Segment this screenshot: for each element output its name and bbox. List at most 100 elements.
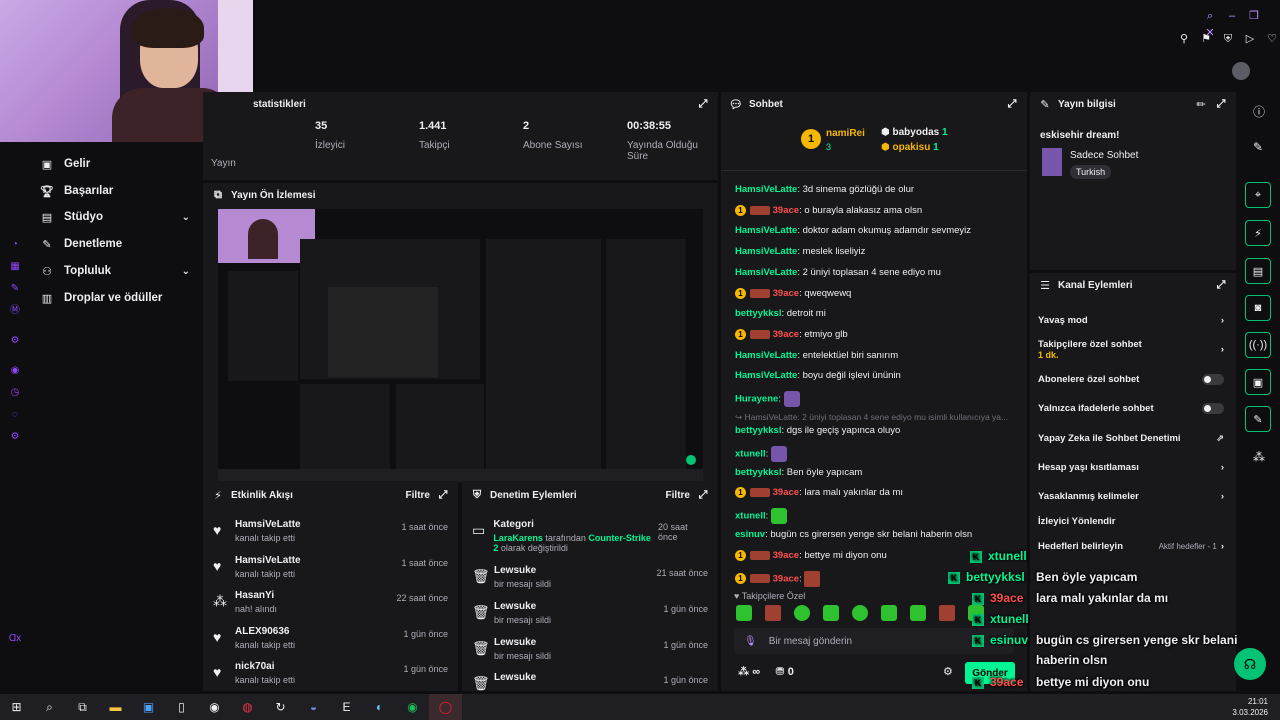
- preview-icon: ⧉: [214, 188, 222, 201]
- sidebar-item-droplar[interactable]: ▥ Droplar ve ödüller: [40, 291, 190, 305]
- obs-icon[interactable]: ◉: [198, 694, 231, 720]
- search-icon[interactable]: ⌕: [33, 694, 66, 720]
- kick-badge-icon: K: [972, 614, 984, 626]
- followers-only-item[interactable]: Takipçilere özel sohbet 1 dk. ›: [1038, 339, 1224, 360]
- ai-moderation-item[interactable]: Yapay Zeka ile Sohbet Denetimi ⇗: [1038, 433, 1224, 444]
- sidebar-item-topluluk[interactable]: ⚇ Topluluk ⌄: [40, 264, 190, 278]
- popout-icon[interactable]: ⤢: [1214, 278, 1228, 292]
- revenue-icon: ▣: [41, 158, 53, 171]
- play-icon[interactable]: ▷: [1242, 30, 1258, 46]
- bolt-button[interactable]: ⚡︎: [1245, 220, 1271, 246]
- points-display[interactable]: ⁂ ∞ ⛃ 0: [738, 665, 794, 678]
- opera-icon[interactable]: ◯: [429, 694, 462, 720]
- windows-start-icon[interactable]: ⊞: [0, 694, 33, 720]
- broadcast-button[interactable]: ((·)): [1245, 332, 1271, 358]
- folder-icon[interactable]: ▬: [99, 694, 132, 720]
- stream-title: eskisehir dream!: [1040, 130, 1120, 141]
- badge-icon: [750, 550, 770, 560]
- sub-badge-icon: 1: [735, 287, 746, 299]
- chat-button[interactable]: ◙: [1245, 295, 1271, 321]
- community-icon[interactable]: ⁂: [1253, 450, 1265, 464]
- support-button[interactable]: ☊: [1234, 648, 1266, 680]
- refresh-icon[interactable]: ↻: [264, 694, 297, 720]
- edit-icon[interactable]: ✏︎: [1194, 97, 1208, 111]
- settings-icon[interactable]: ⚙: [0, 330, 30, 352]
- goals-item[interactable]: Hedefleri belirleyin Aktif hedefler - 1 ›: [1038, 541, 1224, 552]
- popout-icon[interactable]: ⤢: [696, 488, 710, 502]
- epic-icon[interactable]: E: [330, 694, 363, 720]
- popout-icon[interactable]: ⤢: [696, 97, 710, 111]
- restore-icon[interactable]: ❐: [1246, 7, 1262, 23]
- community-icon: ⚇: [42, 265, 52, 278]
- bookmark-icon[interactable]: ⚑: [1198, 30, 1214, 46]
- sidebar-item-studyo[interactable]: ▤ Stüdyo ⌄: [40, 210, 190, 224]
- activity-filter-button[interactable]: Filtre: [406, 490, 430, 501]
- emote-only-item[interactable]: Yalnızca ifadelerle sohbet: [1038, 403, 1224, 414]
- avatar[interactable]: [1232, 62, 1250, 80]
- badge-icon: [750, 288, 770, 298]
- popout-icon[interactable]: ⤢: [1005, 97, 1019, 111]
- raid-item[interactable]: İzleyici Yönlendir: [1038, 516, 1224, 527]
- task-view-icon[interactable]: ⧉: [66, 694, 99, 720]
- wrench-button[interactable]: ✎: [1245, 406, 1271, 432]
- clock[interactable]: 21:01 3.03.2026: [1232, 696, 1280, 718]
- trash-icon: 🗑︎: [472, 568, 490, 584]
- chat-settings-icon[interactable]: ⚙: [943, 665, 953, 678]
- chat-message: HamsiVeLatte: entelektüel biri sanırım: [735, 349, 899, 361]
- chat-message: bettyykksl: Ben öyle yapıcam: [735, 466, 863, 478]
- subs-only-item[interactable]: Abonelere özel sohbet: [1038, 374, 1224, 385]
- chevron-right-icon: ›: [1220, 344, 1224, 355]
- layout-button[interactable]: ▣: [1245, 369, 1271, 395]
- pin-icon[interactable]: ⚲: [1176, 30, 1192, 46]
- file-icon[interactable]: ▯: [165, 694, 198, 720]
- pencil-icon[interactable]: ✎: [1253, 140, 1263, 154]
- clock-icon[interactable]: ◷: [0, 382, 30, 404]
- chat-message: 1 39ace: qweqwewq: [735, 287, 851, 299]
- edit-icon[interactable]: ✎: [0, 278, 30, 300]
- stat-sure: 00:38:55 Yayında Olduğu Süre: [627, 120, 698, 162]
- app-icon[interactable]: ▣: [132, 694, 165, 720]
- chat-message: 1 39ace: lara malı yakınlar da mı: [735, 487, 903, 498]
- list-item: ⁂ HasanYi nah! alındı 22 saat önce: [203, 590, 458, 626]
- sub-badge-icon: 1: [735, 204, 746, 216]
- gear-icon[interactable]: ⚙: [0, 426, 30, 448]
- minimize-icon[interactable]: –: [1224, 8, 1240, 24]
- popout-icon[interactable]: ⤢: [1214, 97, 1228, 111]
- chevron-right-icon: ›: [1220, 315, 1224, 326]
- mod-icon[interactable]: Ⓜ: [0, 300, 30, 322]
- chat-message: HamsiVeLatte: doktor adam okumuş adamdır…: [735, 225, 972, 237]
- banned-words-item[interactable]: Yasaklanmış kelimeler ›: [1038, 491, 1224, 502]
- calendar-icon[interactable]: ▦: [0, 256, 30, 278]
- chat-message: bettyykksl: detroit mi: [735, 308, 826, 320]
- heart-outline-icon[interactable]: ♡: [1264, 30, 1280, 46]
- emote-bar: [736, 605, 984, 621]
- gauge-icon[interactable]: ◍: [231, 694, 264, 720]
- trash-icon: 🗑︎: [472, 604, 490, 620]
- notes-button[interactable]: ▤: [1245, 258, 1271, 284]
- shield-icon[interactable]: ⛨: [1220, 31, 1236, 47]
- sidebar-item-basarilar[interactable]: 🏆︎ Başarılar: [40, 184, 190, 198]
- followers-only-label: ♥ Takipçilere Özel: [734, 591, 806, 601]
- qa-button[interactable]: ⌖: [1245, 182, 1271, 208]
- steam-icon[interactable]: ◐: [363, 694, 396, 720]
- sidebar-item-gelir[interactable]: ▣ Gelir: [40, 157, 190, 171]
- analytics-icon[interactable]: ◔: [0, 234, 30, 256]
- emote-icon: [770, 508, 787, 525]
- account-age-item[interactable]: Hesap yaşı kısıtlaması ›: [1038, 462, 1224, 473]
- tag-badge[interactable]: Turkish: [1070, 165, 1112, 179]
- spotify-icon[interactable]: ◉: [396, 694, 429, 720]
- list-item: ♥ ALEX90636 kanalı takip etti 1 gün önce: [203, 626, 458, 662]
- sidebar-item-denetleme[interactable]: ✎ Denetleme: [40, 237, 190, 251]
- chat-icon[interactable]: ◌: [0, 404, 30, 426]
- chat-icon: 💬︎: [729, 98, 743, 111]
- search-icon[interactable]: ⌕: [1202, 8, 1218, 24]
- stream-preview[interactable]: [218, 209, 703, 481]
- top-bar: [253, 0, 1280, 92]
- popout-icon[interactable]: ⤢: [436, 488, 450, 502]
- play-circle-icon[interactable]: ◉: [0, 360, 30, 382]
- info-icon[interactable]: ⓘ: [1253, 103, 1265, 120]
- discord-icon[interactable]: ◒: [297, 694, 330, 720]
- slow-mode-item[interactable]: Yavaş mod ›: [1038, 315, 1224, 326]
- stat-takipci: 1.441 Takipçi: [419, 120, 450, 151]
- moderation-filter-button[interactable]: Filtre: [666, 490, 690, 501]
